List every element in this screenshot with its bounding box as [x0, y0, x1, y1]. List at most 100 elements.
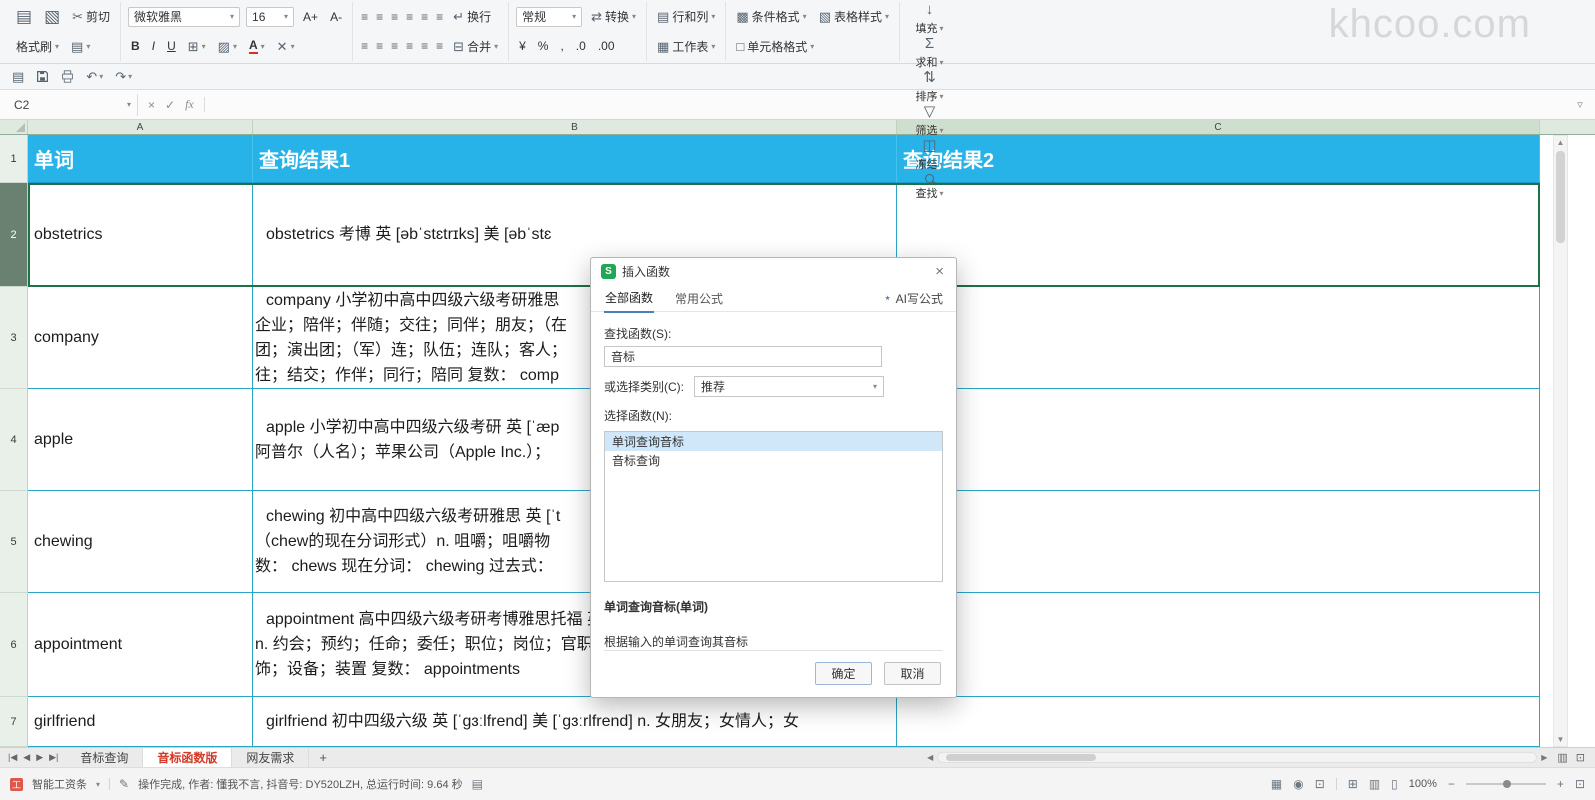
plugin-label[interactable]: 智能工资条 [32, 776, 87, 792]
layout-options-icon[interactable]: ⊡ [1315, 777, 1325, 791]
table-tools-icon[interactable]: ▦ [1271, 777, 1282, 791]
insert-function-icon[interactable]: fx [185, 97, 194, 112]
print-icon[interactable] [61, 70, 74, 83]
align-bottom-left-icon[interactable]: ≡ [360, 39, 369, 53]
zoom-in-icon[interactable]: + [1557, 777, 1564, 791]
align-top-right-icon[interactable]: ≡ [390, 10, 399, 24]
format-painter-button[interactable]: 格式刷▾ [13, 37, 62, 56]
currency-button[interactable]: ¥ [516, 38, 529, 54]
zoom-out-icon[interactable]: − [1448, 777, 1455, 791]
horizontal-scrollbar[interactable] [937, 752, 1537, 763]
percent-button[interactable]: % [535, 38, 552, 54]
cell-c6[interactable] [897, 593, 1540, 697]
tab-common-formulas[interactable]: 常用公式 [674, 285, 724, 312]
reading-view-icon[interactable]: ◉ [1293, 777, 1303, 791]
cell-c3[interactable] [897, 287, 1540, 389]
first-sheet-icon[interactable]: |◀ [8, 752, 17, 763]
sum-tool-button[interactable]: Σ 求和▾ [907, 36, 952, 70]
italic-button[interactable]: I [149, 38, 158, 54]
cancel-entry-icon[interactable]: × [148, 98, 155, 112]
comma-style-button[interactable]: , [557, 38, 566, 54]
orientation-icon[interactable]: ≡ [435, 39, 444, 53]
undo-button[interactable]: ↶▾ [86, 69, 103, 85]
borders-button[interactable]: ⊞▾ [185, 39, 209, 54]
cut-button[interactable]: ✂剪切 [69, 7, 113, 26]
confirm-entry-icon[interactable]: ✓ [165, 98, 175, 112]
cell-a2[interactable]: obstetrics [28, 183, 253, 287]
row-header-1[interactable]: 1 [0, 135, 28, 183]
decrease-font-button[interactable]: A- [327, 9, 345, 25]
row-header-3[interactable]: 3 [0, 287, 28, 389]
worksheet-button[interactable]: ▦工作表▾ [654, 37, 718, 56]
cell-a4[interactable]: apple [28, 389, 253, 491]
ok-button[interactable]: 确定 [815, 662, 872, 685]
sheet-tab-yinbiaochaxun[interactable]: 音标查询 [66, 748, 143, 767]
split-view-icon[interactable]: ▥ [1557, 751, 1567, 764]
align-middle-right-icon[interactable]: ≡ [435, 10, 444, 24]
cell-a7[interactable]: girlfriend [28, 697, 253, 747]
name-box[interactable]: C2 ▾ [8, 94, 138, 116]
add-sheet-button[interactable]: + [309, 750, 337, 765]
clipboard-status-icon[interactable]: ▤ [472, 777, 483, 791]
scroll-up-icon[interactable]: ▲ [1557, 136, 1565, 149]
sort-tool-button[interactable]: ⇅ 排序▾ [907, 70, 952, 104]
cell-c5[interactable] [897, 491, 1540, 593]
find-tool-button[interactable]: 查找▾ [907, 172, 952, 201]
cell-format-button[interactable]: □单元格格式▾ [733, 37, 817, 56]
wrap-text-button[interactable]: ↵换行 [450, 7, 494, 26]
rows-cols-button[interactable]: ▤行和列▾ [654, 7, 718, 26]
paste-icon[interactable]: ▤ [13, 7, 35, 27]
scroll-down-icon[interactable]: ▼ [1557, 733, 1565, 746]
list-item-function[interactable]: 音标查询 [605, 451, 942, 470]
formula-input[interactable] [205, 90, 1565, 119]
tab-all-functions[interactable]: 全部函数 [604, 284, 654, 313]
normal-view-icon[interactable]: ⊞ [1348, 777, 1358, 791]
zoom-level[interactable]: 100% [1409, 778, 1437, 790]
page-layout-icon[interactable]: ▥ [1369, 777, 1380, 791]
copy-button[interactable]: ▤▾ [68, 39, 93, 54]
number-format-select[interactable]: 常规▾ [516, 7, 582, 27]
sheet-tab-wangyouxuqiu[interactable]: 网友需求 [232, 748, 309, 767]
fit-screen-icon[interactable]: ⊡ [1575, 777, 1585, 791]
table-style-button[interactable]: ▧表格样式▾ [816, 7, 892, 26]
close-icon[interactable]: × [933, 264, 946, 279]
align-bottom-center-icon[interactable]: ≡ [375, 39, 384, 53]
category-select[interactable]: 推荐 ▾ [694, 376, 884, 397]
filter-tool-button[interactable]: ▽ 筛选▾ [907, 104, 952, 138]
align-top-center-icon[interactable]: ≡ [375, 10, 384, 24]
fill-color-button[interactable]: ▨▾ [215, 39, 240, 54]
cell-a5[interactable]: chewing [28, 491, 253, 593]
fill-tool-button[interactable]: ↓ 填充▾ [907, 2, 952, 36]
merge-cells-button[interactable]: ⊟合并▾ [450, 37, 501, 56]
cell-a3[interactable]: company [28, 287, 253, 389]
cell-c2[interactable] [897, 183, 1540, 287]
zoom-slider-thumb[interactable] [1503, 780, 1511, 788]
scroll-right-icon[interactable]: ▶ [1541, 753, 1547, 762]
align-middle-center-icon[interactable]: ≡ [420, 10, 429, 24]
conditional-format-button[interactable]: ▩条件格式▾ [733, 7, 809, 26]
cell-b7[interactable]: girlfriend 初中四级六级 英 [ˈɡɜːlfrend] 美 [ˈɡɜː… [253, 697, 897, 747]
align-top-left-icon[interactable]: ≡ [360, 10, 369, 24]
increase-font-button[interactable]: A+ [300, 9, 321, 25]
convert-button[interactable]: ⇄转换▾ [588, 7, 639, 26]
font-name-select[interactable]: 微软雅黑▾ [128, 7, 240, 27]
select-all-corner[interactable] [0, 120, 28, 134]
vertical-scrollbar[interactable]: ▲ ▼ [1553, 135, 1568, 747]
clear-format-button[interactable]: ✕▾ [274, 39, 298, 54]
column-header-c[interactable]: C [897, 120, 1540, 134]
sheet-tab-yinbiaohanshuban[interactable]: 音标函数版 [143, 748, 232, 767]
indent-decrease-icon[interactable]: ≡ [405, 39, 414, 53]
expand-view-icon[interactable]: ⊡ [1576, 751, 1585, 764]
zoom-slider[interactable] [1466, 783, 1546, 785]
cancel-button[interactable]: 取消 [884, 662, 941, 685]
cell-a1[interactable]: 单词 [28, 135, 253, 183]
row-header-4[interactable]: 4 [0, 389, 28, 491]
column-header-b[interactable]: B [253, 120, 897, 134]
row-header-6[interactable]: 6 [0, 593, 28, 697]
cell-c7[interactable] [897, 697, 1540, 747]
row-header-5[interactable]: 5 [0, 491, 28, 593]
underline-button[interactable]: U [164, 38, 179, 54]
cell-a6[interactable]: appointment [28, 593, 253, 697]
format-painter-icon[interactable]: ▧ [41, 7, 63, 27]
decrease-decimal-button[interactable]: .0 [573, 38, 589, 54]
